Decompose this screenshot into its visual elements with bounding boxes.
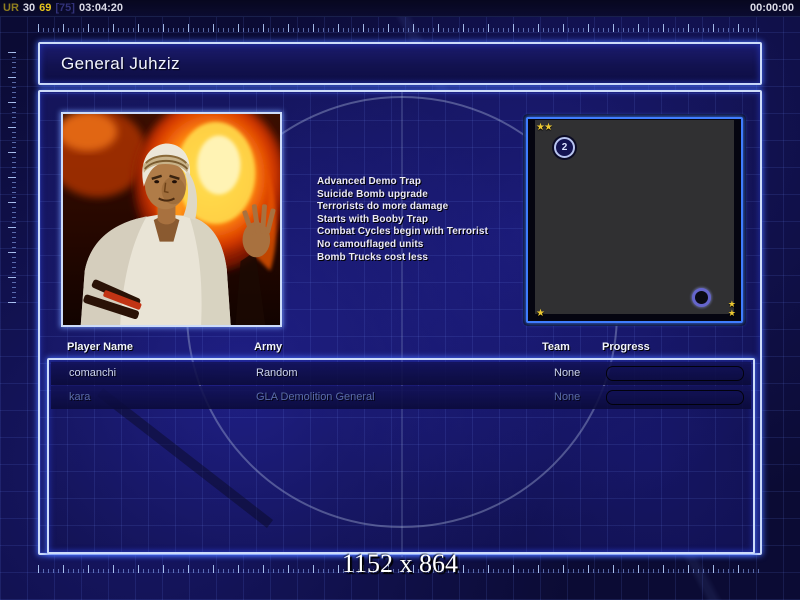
player-name: kara [69, 391, 90, 403]
star-stack: ★ ★ [728, 300, 736, 318]
player-team: None [554, 391, 580, 403]
table-row: comanchi Random None [51, 362, 751, 385]
ruler-top [38, 24, 762, 32]
player-table-header: Player Name Army Team Progress [40, 341, 760, 355]
star-icon: ★ [728, 309, 736, 318]
start-position-marker: 2 [554, 137, 575, 158]
ability-item: Combat Cycles begin with Terrorist [317, 226, 557, 239]
resolution-overlay: 1152 x 864 [0, 549, 800, 579]
metric-value: 30 [23, 2, 35, 14]
fps-max: [75] [55, 2, 75, 14]
start-position-number: 2 [562, 142, 568, 153]
metric-label: UR [3, 2, 19, 14]
player-name: comanchi [69, 367, 116, 379]
player-army: Random [256, 367, 298, 379]
network-stats: UR 30 69 [75] 03:04:20 [3, 2, 127, 14]
ability-list: Advanced Demo Trap Suicide Bomb upgrade … [317, 176, 557, 264]
ruler-left [8, 48, 16, 303]
table-row: kara GLA Demolition General None [51, 386, 751, 409]
player-table: comanchi Random None kara GLA Demolition… [47, 358, 755, 554]
ability-item: Terrorists do more damage [317, 201, 557, 214]
ability-item: Starts with Booby Trap [317, 214, 557, 227]
lobby-loading-screen: { "statusbar": { "metric_label": "UR", "… [0, 0, 800, 600]
main-panel: Advanced Demo Trap Suicide Bomb upgrade … [38, 90, 762, 555]
player-team: None [554, 367, 580, 379]
fps-value: 69 [39, 2, 51, 14]
general-portrait [61, 112, 282, 327]
star-icon: ★★ [536, 123, 552, 133]
header-progress: Progress [602, 341, 650, 353]
status-bar: UR 30 69 [75] 03:04:20 00:00:00 [0, 0, 800, 17]
player-army: GLA Demolition General [256, 391, 375, 403]
ability-item: Suicide Bomb upgrade [317, 189, 557, 202]
load-progress-bar [607, 367, 743, 380]
load-progress-bar [607, 391, 743, 404]
map-preview: ★★ 2 ★ ★ ★ [526, 117, 743, 323]
page-title: General Juhziz [61, 54, 180, 74]
match-timer: 00:00:00 [750, 2, 794, 14]
header-army: Army [254, 341, 282, 353]
header-player-name: Player Name [67, 341, 133, 353]
ability-item: No camouflaged units [317, 239, 557, 252]
portrait-art [63, 114, 280, 325]
ability-item: Advanced Demo Trap [317, 176, 557, 189]
header-team: Team [542, 341, 570, 353]
title-panel: General Juhziz [38, 42, 762, 85]
ability-item: Bomb Trucks cost less [317, 252, 557, 265]
start-position-marker-empty [692, 288, 711, 307]
star-icon: ★ [536, 309, 545, 319]
elapsed-time: 03:04:20 [79, 2, 123, 14]
